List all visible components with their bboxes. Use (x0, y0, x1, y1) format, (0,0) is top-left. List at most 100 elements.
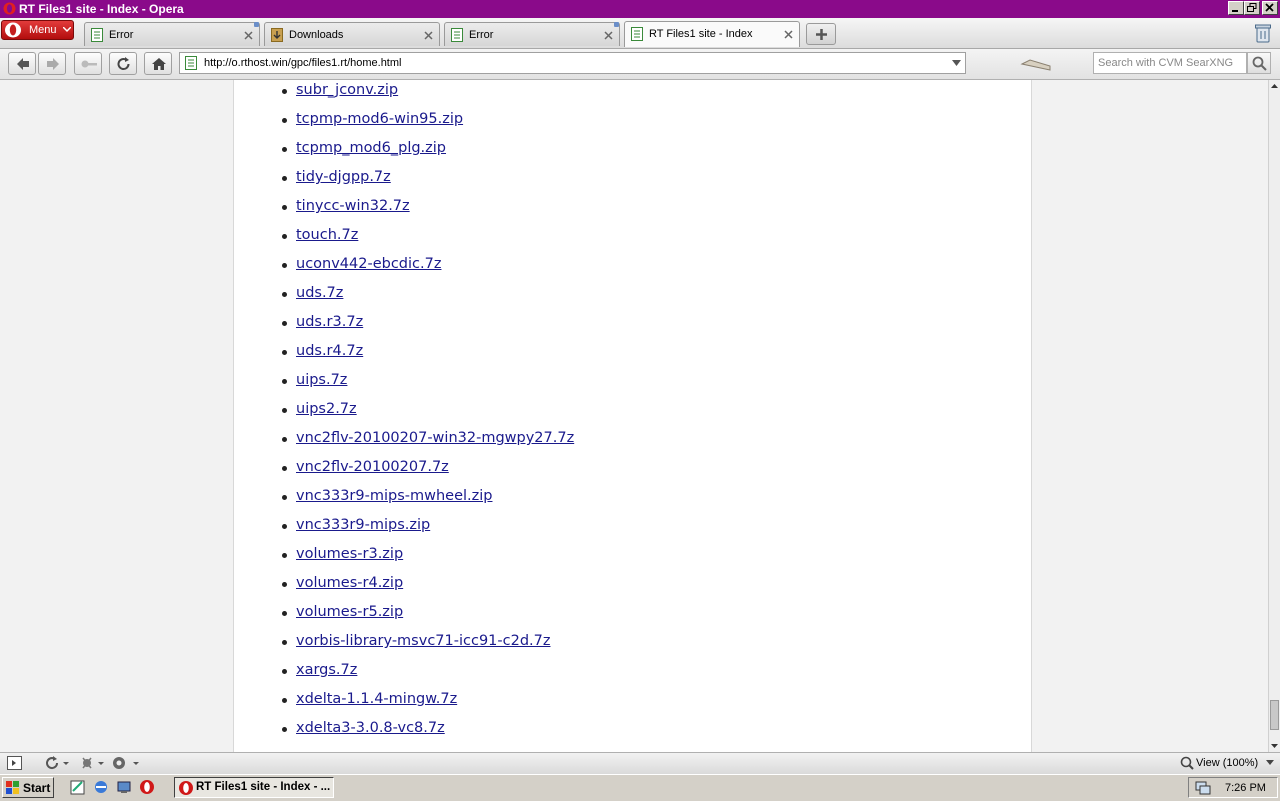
scroll-thumb[interactable] (1270, 700, 1279, 730)
bullet-icon (282, 553, 287, 558)
navigation-bar: http://o.rthost.win/gpc/files1.rt/home.h… (0, 49, 1280, 80)
file-link[interactable]: uds.7z (296, 285, 343, 301)
start-button[interactable]: Start (2, 777, 54, 798)
tab-label: Downloads (289, 29, 344, 41)
restore-button[interactable] (1244, 1, 1260, 15)
chevron-down-icon[interactable] (952, 60, 961, 66)
network-status-icon[interactable] (1195, 781, 1211, 795)
trash-button[interactable] (1254, 23, 1274, 45)
file-link[interactable]: vnc333r9-mips.zip (296, 517, 430, 533)
file-link[interactable]: vnc2flv-20100207.7z (296, 459, 449, 475)
file-link[interactable]: tcpmp-mod6-win95.zip (296, 111, 463, 127)
tab-error-2[interactable]: Error (444, 22, 620, 46)
close-tab-icon[interactable] (244, 31, 253, 40)
taskbar: Start RT Files1 site - Index - ... 7:26 … (0, 774, 1280, 801)
tab-downloads[interactable]: Downloads (264, 22, 440, 46)
internet-explorer-icon[interactable] (93, 779, 109, 795)
scroll-down-icon[interactable] (1269, 740, 1280, 752)
page-icon (185, 56, 197, 70)
file-link[interactable]: volumes-r3.zip (296, 546, 403, 562)
bullet-icon (282, 89, 287, 94)
file-link[interactable]: tcpmp_mod6_plg.zip (296, 140, 446, 156)
url-text: http://o.rthost.win/gpc/files1.rt/home.h… (204, 57, 402, 69)
scroll-up-icon[interactable] (1269, 80, 1280, 92)
download-icon (271, 28, 283, 42)
search-input[interactable]: Search with CVM SearXNG (1093, 52, 1247, 74)
home-button[interactable] (144, 52, 172, 75)
clock[interactable]: 7:26 PM (1225, 782, 1266, 794)
turbo-icon[interactable] (112, 756, 142, 770)
address-field[interactable]: http://o.rthost.win/gpc/files1.rt/home.h… (179, 52, 966, 74)
bullet-icon (282, 321, 287, 326)
file-link[interactable]: vnc333r9-mips-mwheel.zip (296, 488, 492, 504)
file-link[interactable]: uds.r3.7z (296, 314, 363, 330)
file-link[interactable]: uconv442-ebcdic.7z (296, 256, 441, 272)
menu-label: Menu (29, 24, 57, 36)
file-link[interactable]: volumes-r4.zip (296, 575, 403, 591)
speed-dial-icon (1020, 59, 1051, 71)
magnifier-icon (1180, 756, 1194, 770)
close-window-button[interactable] (1262, 1, 1278, 15)
network-icon[interactable] (116, 779, 132, 795)
bullet-icon (282, 408, 287, 413)
opera-menu-button[interactable]: Menu (1, 20, 74, 40)
new-tab-button[interactable] (806, 23, 836, 45)
forward-button[interactable] (38, 52, 66, 75)
taskbar-item-label: RT Files1 site - Index - ... (196, 781, 331, 793)
file-link[interactable]: uips.7z (296, 372, 347, 388)
file-link[interactable]: uips2.7z (296, 401, 357, 417)
bullet-icon (282, 669, 287, 674)
file-link[interactable]: touch.7z (296, 227, 358, 243)
plus-icon (816, 29, 827, 40)
tab-label: Error (469, 29, 494, 41)
bullet-icon (282, 698, 287, 703)
taskbar-item-opera[interactable]: RT Files1 site - Index - ... (174, 777, 334, 798)
back-button[interactable] (8, 52, 36, 75)
file-link[interactable]: uds.r4.7z (296, 343, 363, 359)
tab-indicator (614, 22, 619, 27)
close-tab-icon[interactable] (424, 31, 433, 40)
bullet-icon (282, 640, 287, 645)
reload-button[interactable] (109, 52, 137, 75)
close-icon (1265, 3, 1274, 12)
file-link[interactable]: subr_jconv.zip (296, 82, 398, 98)
tab-error-1[interactable]: Error (84, 22, 260, 46)
close-tab-icon[interactable] (784, 30, 793, 39)
bullet-icon (282, 176, 287, 181)
close-tab-icon[interactable] (604, 31, 613, 40)
file-link[interactable]: xdelta-1.1.4-mingw.7z (296, 691, 457, 707)
trash-icon (1255, 24, 1271, 43)
minimize-icon (1232, 10, 1238, 12)
file-link[interactable]: xdelta3-3.0.8-vc8.7z (296, 720, 445, 736)
opera-logo-icon[interactable] (139, 779, 155, 795)
reload-icon (117, 57, 130, 70)
file-link[interactable]: vorbis-library-msvc71-icc91-c2d.7z (296, 633, 550, 649)
bullet-icon (282, 727, 287, 732)
sync-icon[interactable] (44, 756, 70, 770)
start-label: Start (23, 781, 51, 795)
minimize-button[interactable] (1228, 1, 1244, 15)
opera-logo-icon (3, 2, 16, 15)
bullet-icon (282, 524, 287, 529)
unite-icon[interactable] (80, 756, 106, 770)
chevron-down-icon[interactable] (1266, 760, 1274, 766)
panel-toggle-icon[interactable] (7, 756, 23, 770)
bullet-icon (282, 437, 287, 442)
opera-logo-icon (5, 22, 21, 38)
tab-label: Error (109, 29, 134, 41)
chevron-down-icon (63, 27, 71, 33)
zoom-label: View (100%) (1196, 757, 1259, 769)
home-icon (152, 58, 166, 70)
zoom-control[interactable]: View (100%) (1180, 756, 1258, 773)
file-link[interactable]: tinycc-win32.7z (296, 198, 410, 214)
file-link[interactable]: vnc2flv-20100207-win32-mgwpy27.7z (296, 430, 574, 446)
search-button[interactable] (1247, 52, 1271, 74)
vertical-scrollbar[interactable] (1268, 80, 1280, 752)
notepad-icon[interactable] (70, 779, 86, 795)
page-viewport: subr_jconv.zip tcpmp-mod6-win95.zip tcpmp_… (0, 80, 1268, 752)
file-link[interactable]: volumes-r5.zip (296, 604, 403, 620)
wand-button[interactable] (74, 52, 102, 75)
file-link[interactable]: xargs.7z (296, 662, 357, 678)
tab-rt-files1-index[interactable]: RT Files1 site - Index (624, 21, 800, 47)
file-link[interactable]: tidy-djgpp.7z (296, 169, 391, 185)
